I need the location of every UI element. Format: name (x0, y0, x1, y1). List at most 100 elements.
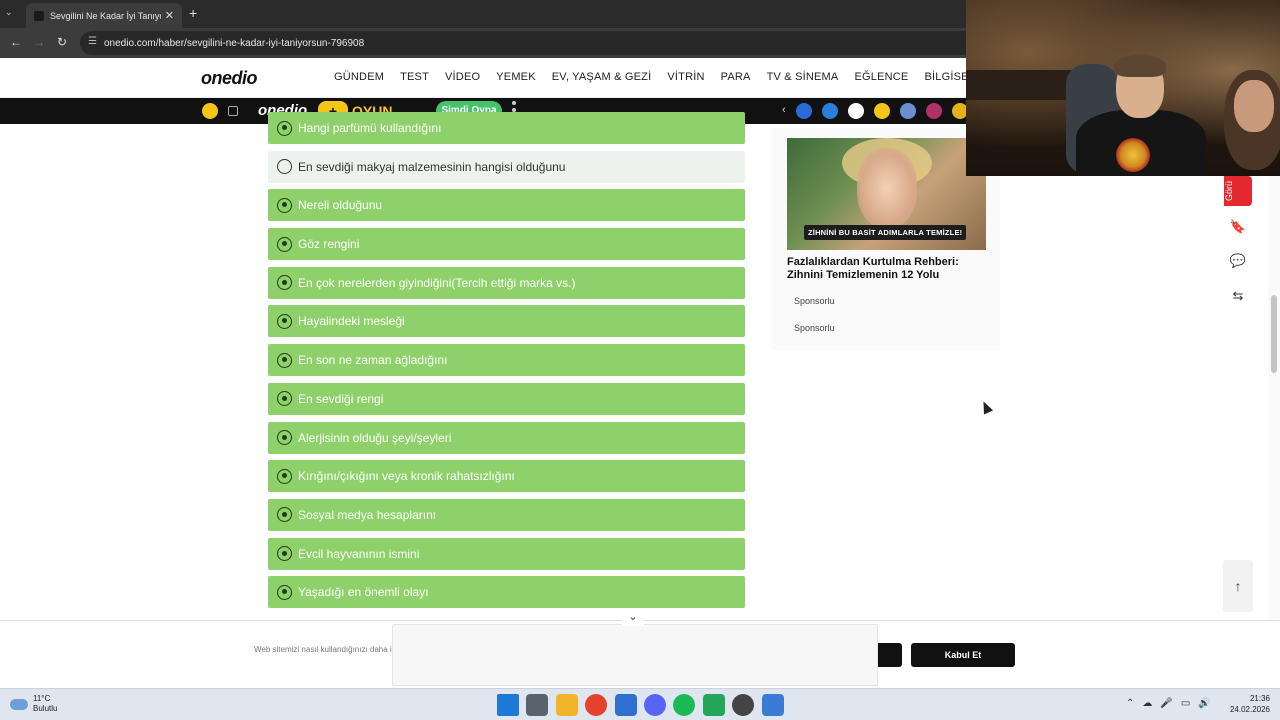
weather-desc: Bulutlu (33, 704, 58, 713)
display-icon[interactable]: ▭ (1181, 698, 1190, 709)
quiz-option-label: En sevdiği rengi (298, 391, 384, 406)
feedback-tab[interactable]: Görü (1224, 176, 1252, 206)
nav-item-para[interactable]: PARA (721, 71, 751, 83)
radio-checked-icon (277, 430, 292, 445)
webcam-person-1-hair (1114, 55, 1166, 77)
quiz-option[interactable]: En sevdiği rengi (268, 382, 745, 415)
task-view-icon[interactable] (526, 694, 549, 716)
bottom-ad-popover (392, 624, 878, 686)
page-scrollbar[interactable] (1268, 125, 1280, 620)
bookmark-icon[interactable]: 🔖 (1229, 219, 1247, 237)
taskbar-clock[interactable]: 21:36 24.02.2026 (1228, 693, 1270, 715)
nav-item-tv-sinema[interactable]: TV & SİNEMA (767, 71, 839, 83)
radio-checked-icon (277, 275, 292, 291)
gamepad-icon[interactable] (228, 106, 238, 116)
mail-icon[interactable] (614, 694, 637, 716)
quiz-option[interactable]: Göz rengini (268, 228, 745, 261)
nav-item-vitrin[interactable]: VİTRİN (667, 71, 704, 83)
quiz-option[interactable]: Yaşadığı en önemli olayı (268, 576, 745, 609)
steam-icon[interactable] (732, 694, 755, 716)
nav-item-test[interactable]: TEST (400, 71, 429, 83)
cookie-text: Web sitemizi nasıl kullandığınızı daha i… (254, 645, 404, 654)
quiz-option[interactable]: Hangi parfümü kullandığını (268, 112, 745, 144)
radio-checked-icon (277, 120, 292, 136)
ad-image[interactable]: ZİHNİNİ BU BASİT ADIMLARLA TEMİZLE! (787, 138, 986, 250)
new-tab-button[interactable]: + (189, 5, 197, 21)
app-icon[interactable] (702, 694, 725, 716)
game-thumbnail-icon[interactable] (900, 103, 916, 119)
spotify-icon[interactable] (673, 694, 696, 716)
taskbar-apps (497, 694, 791, 716)
microphone-icon[interactable]: 🎤 (1160, 698, 1172, 709)
webcam-person-2 (1234, 80, 1274, 132)
nav-item-yemek[interactable]: YEMEK (496, 71, 536, 83)
chevron-left-icon[interactable]: ‹ (782, 104, 786, 116)
quiz-option-label: Yaşadığı en önemli olayı (298, 585, 429, 600)
cloud-icon (10, 698, 28, 710)
browser-tab-active[interactable]: Sevgilini Ne Kadar İyi Tanıyorsun ✕ (26, 3, 182, 28)
radio-checked-icon (277, 236, 292, 252)
address-bar[interactable]: ☰ onedio.com/haber/sevgilini-ne-kadar-iy… (80, 31, 980, 55)
volume-icon[interactable]: 🔊 (1198, 698, 1210, 709)
quiz-option[interactable]: En çok nerelerden giyindiğini(Tercih ett… (268, 266, 745, 299)
radio-checked-icon (277, 546, 292, 562)
quiz-option[interactable]: En sevdiği makyaj malzemesinin hangisi o… (268, 150, 745, 183)
site-info-icon[interactable]: ☰ (88, 36, 97, 47)
quiz-option[interactable]: Evcil hayvanının ismini (268, 537, 745, 570)
chevron-down-icon[interactable]: ⌄ (622, 608, 644, 626)
tab-search-icon[interactable]: ⌄ (5, 7, 13, 18)
start-icon[interactable] (497, 694, 519, 716)
radio-checked-icon (277, 352, 292, 368)
radio-checked-icon (277, 584, 292, 600)
forward-button[interactable]: → (33, 35, 45, 49)
nav-item-video[interactable]: VİDEO (445, 71, 480, 83)
quiz-option[interactable]: Kırığını/çıkığını veya kronik rahatsızlı… (268, 460, 745, 493)
reload-button[interactable]: ↻ (57, 35, 67, 49)
file-explorer-icon[interactable] (555, 694, 578, 716)
tshirt-sun-graphic (1116, 138, 1150, 172)
nav-item-ev-yasam-gezi[interactable]: EV, YAŞAM & GEZİ (552, 71, 652, 83)
quiz-option[interactable]: Sosyal medya hesaplarını (268, 498, 745, 531)
main-nav: GÜNDEM TEST VİDEO YEMEK EV, YAŞAM & GEZİ… (334, 71, 991, 83)
windows-taskbar: 11°C Bulutlu ⌃ ☁ 🎤 ▭ 🔊 21:36 24.02.2026 (0, 688, 1280, 720)
onedio-logo[interactable]: onedio (201, 68, 258, 89)
ad-title[interactable]: Fazlalıklardan Kurtulma Rehberi: Zihnini… (787, 256, 987, 282)
weather-widget[interactable]: 11°C Bulutlu (10, 694, 57, 714)
game-thumbnail-icon[interactable] (822, 103, 838, 119)
nav-item-gundem[interactable]: GÜNDEM (334, 71, 384, 83)
chrome-icon[interactable] (585, 694, 608, 716)
game-thumbnail-icon[interactable] (874, 103, 890, 119)
scroll-to-top-button[interactable]: ↑ (1223, 560, 1253, 612)
clock-time: 21:36 (1249, 694, 1270, 703)
quiz-option[interactable]: En son ne zaman ağladığını (268, 344, 745, 377)
close-tab-icon[interactable]: ✕ (165, 9, 174, 22)
webcam-overlay (966, 0, 1280, 176)
games-icon[interactable] (202, 103, 218, 119)
sponsored-label: Sponsorlu (794, 296, 835, 306)
radio-checked-icon (277, 507, 292, 523)
discord-icon[interactable] (643, 694, 666, 716)
sponsored-label: Sponsorlu (794, 323, 835, 333)
quiz-option[interactable]: Hayalindeki mesleği (268, 305, 745, 338)
back-button[interactable]: ← (10, 35, 22, 49)
ad-image-face (857, 148, 917, 228)
show-hidden-icons-icon[interactable]: ⌃ (1126, 698, 1134, 709)
accept-cookies-button[interactable]: Kabul Et (911, 643, 1015, 667)
game-thumbnail-icon[interactable] (848, 103, 864, 119)
quiz-option[interactable]: Nereli olduğunu (268, 189, 745, 222)
game-thumbnail-icon[interactable] (926, 103, 942, 119)
game-thumbnail-icon[interactable] (796, 103, 812, 119)
address-url: onedio.com/haber/sevgilini-ne-kadar-iyi-… (104, 37, 365, 49)
quiz-option-label: En çok nerelerden giyindiğini(Tercih ett… (298, 275, 576, 290)
radio-checked-icon (277, 197, 292, 213)
share-icon[interactable]: ⇆ (1229, 288, 1247, 306)
radio-checked-icon (277, 468, 292, 484)
quiz-option-label: Alerjisinin olduğu şeyi/şeyleri (298, 430, 452, 445)
network-app-icon[interactable] (761, 694, 784, 716)
scrollbar-thumb[interactable] (1271, 295, 1277, 373)
comment-icon[interactable]: 💬 (1229, 253, 1247, 271)
quiz-option[interactable]: Alerjisinin olduğu şeyi/şeyleri (268, 421, 745, 454)
nav-item-eglence[interactable]: EĞLENCE (854, 71, 908, 83)
quiz-option-label: Hangi parfümü kullandığını (298, 121, 442, 135)
onedrive-icon[interactable]: ☁ (1142, 698, 1152, 709)
